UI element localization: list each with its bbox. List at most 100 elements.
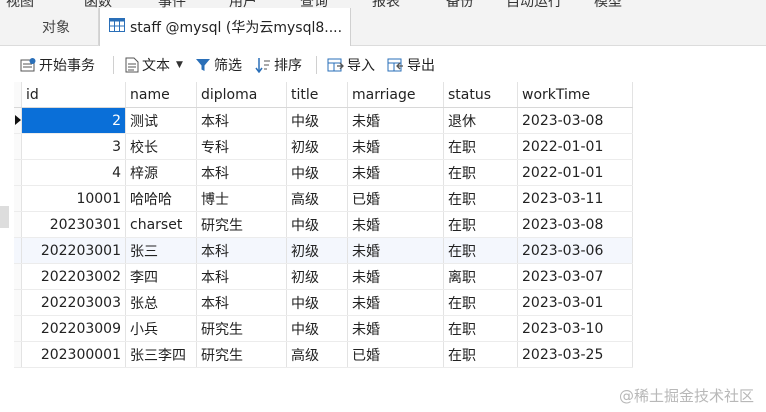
- table-row[interactable]: 202203009 小兵 研究生 中级 未婚 在职 2023-03-10: [14, 315, 633, 342]
- column-header-worktime[interactable]: workTime: [517, 82, 633, 108]
- cell-diploma[interactable]: 研究生: [196, 341, 287, 368]
- menu-function[interactable]: 函数: [84, 0, 112, 8]
- filter-button[interactable]: 筛选: [195, 54, 242, 76]
- cell-diploma[interactable]: 本科: [196, 289, 287, 316]
- cell-status[interactable]: 在职: [443, 185, 518, 212]
- menu-automation[interactable]: 自动运行: [506, 0, 562, 8]
- cell-worktime[interactable]: 2022-01-01: [517, 133, 633, 160]
- cell-id[interactable]: 4: [21, 159, 126, 186]
- table-row[interactable]: 202203001 张三 本科 初级 未婚 在职 2023-03-06: [14, 237, 633, 264]
- begin-transaction-button[interactable]: 开始事务: [20, 54, 95, 76]
- table-row[interactable]: 10001 哈哈哈 博士 高级 已婚 在职 2023-03-11: [14, 185, 633, 212]
- table-row[interactable]: 2 测试 本科 中级 未婚 退休 2023-03-08: [14, 107, 633, 134]
- cell-marriage[interactable]: 未婚: [347, 133, 444, 160]
- table-row[interactable]: 202203003 张总 本科 中级 未婚 在职 2023-03-01: [14, 289, 633, 316]
- cell-name[interactable]: 梓源: [125, 159, 197, 186]
- menu-backup[interactable]: 备份: [446, 0, 474, 8]
- menu-query[interactable]: 查询: [300, 0, 328, 8]
- cell-id[interactable]: 202300001: [21, 341, 126, 368]
- cell-title[interactable]: 中级: [286, 211, 348, 238]
- cell-diploma[interactable]: 研究生: [196, 211, 287, 238]
- table-row[interactable]: 20230301 charset 研究生 中级 未婚 在职 2023-03-08: [14, 211, 633, 238]
- cell-status[interactable]: 在职: [443, 289, 518, 316]
- cell-id[interactable]: 20230301: [21, 211, 126, 238]
- cell-title[interactable]: 中级: [286, 159, 348, 186]
- cell-name[interactable]: 张总: [125, 289, 197, 316]
- cell-marriage[interactable]: 未婚: [347, 237, 444, 264]
- cell-diploma[interactable]: 本科: [196, 107, 287, 134]
- export-button[interactable]: 导出: [387, 54, 435, 76]
- cell-diploma[interactable]: 研究生: [196, 315, 287, 342]
- sort-button[interactable]: 排序: [255, 54, 302, 76]
- cell-worktime[interactable]: 2023-03-08: [517, 211, 633, 238]
- cell-marriage[interactable]: 未婚: [347, 211, 444, 238]
- table-row[interactable]: 202203002 李四 本科 初级 未婚 离职 2023-03-07: [14, 263, 633, 290]
- cell-name[interactable]: 张三: [125, 237, 197, 264]
- cell-worktime[interactable]: 2023-03-08: [517, 107, 633, 134]
- cell-marriage[interactable]: 未婚: [347, 159, 444, 186]
- menu-view[interactable]: 视图: [6, 0, 34, 8]
- column-header-id[interactable]: id: [21, 82, 126, 108]
- cell-worktime[interactable]: 2023-03-01: [517, 289, 633, 316]
- cell-status[interactable]: 在职: [443, 237, 518, 264]
- cell-diploma[interactable]: 本科: [196, 159, 287, 186]
- cell-title[interactable]: 初级: [286, 263, 348, 290]
- cell-title[interactable]: 高级: [286, 341, 348, 368]
- cell-id[interactable]: 202203009: [21, 315, 126, 342]
- table-row[interactable]: 3 校长 专科 初级 未婚 在职 2022-01-01: [14, 133, 633, 160]
- cell-id[interactable]: 202203002: [21, 263, 126, 290]
- cell-name[interactable]: 张三李四: [125, 341, 197, 368]
- cell-title[interactable]: 中级: [286, 315, 348, 342]
- cell-diploma[interactable]: 博士: [196, 185, 287, 212]
- text-button[interactable]: 文本 ▼: [125, 54, 183, 76]
- cell-title[interactable]: 中级: [286, 289, 348, 316]
- cell-status[interactable]: 在职: [443, 159, 518, 186]
- menu-model[interactable]: 模型: [594, 0, 622, 8]
- column-header-status[interactable]: status: [443, 82, 518, 108]
- cell-worktime[interactable]: 2023-03-25: [517, 341, 633, 368]
- cell-name[interactable]: charset: [125, 211, 197, 238]
- cell-name[interactable]: 小兵: [125, 315, 197, 342]
- cell-status[interactable]: 在职: [443, 211, 518, 238]
- cell-status[interactable]: 退休: [443, 107, 518, 134]
- cell-worktime[interactable]: 2023-03-07: [517, 263, 633, 290]
- cell-id[interactable]: 3: [21, 133, 126, 160]
- cell-diploma[interactable]: 专科: [196, 133, 287, 160]
- menu-report[interactable]: 报表: [372, 0, 400, 8]
- column-header-diploma[interactable]: diploma: [196, 82, 287, 108]
- cell-name[interactable]: 测试: [125, 107, 197, 134]
- cell-status[interactable]: 离职: [443, 263, 518, 290]
- tab-staff-table[interactable]: staff @mysql (华为云mysql8....: [99, 8, 351, 46]
- cell-id[interactable]: 202203001: [21, 237, 126, 264]
- cell-title[interactable]: 中级: [286, 107, 348, 134]
- column-header-name[interactable]: name: [125, 82, 197, 108]
- menu-user[interactable]: 用户: [229, 0, 257, 8]
- cell-id[interactable]: 10001: [21, 185, 126, 212]
- cell-status[interactable]: 在职: [443, 315, 518, 342]
- table-row[interactable]: 4 梓源 本科 中级 未婚 在职 2022-01-01: [14, 159, 633, 186]
- cell-status[interactable]: 在职: [443, 341, 518, 368]
- cell-worktime[interactable]: 2023-03-11: [517, 185, 633, 212]
- cell-marriage[interactable]: 未婚: [347, 315, 444, 342]
- column-header-title[interactable]: title: [286, 82, 348, 108]
- table-row[interactable]: 202300001 张三李四 研究生 高级 已婚 在职 2023-03-25: [14, 341, 633, 368]
- cell-marriage[interactable]: 未婚: [347, 263, 444, 290]
- cell-marriage[interactable]: 已婚: [347, 185, 444, 212]
- cell-name[interactable]: 校长: [125, 133, 197, 160]
- tab-objects[interactable]: 对象: [14, 8, 99, 45]
- cell-marriage[interactable]: 未婚: [347, 289, 444, 316]
- cell-name[interactable]: 哈哈哈: [125, 185, 197, 212]
- import-button[interactable]: 导入: [327, 54, 375, 76]
- cell-name[interactable]: 李四: [125, 263, 197, 290]
- splitter-handle[interactable]: [0, 206, 9, 228]
- cell-id[interactable]: 202203003: [21, 289, 126, 316]
- cell-worktime[interactable]: 2023-03-10: [517, 315, 633, 342]
- cell-title[interactable]: 高级: [286, 185, 348, 212]
- cell-status[interactable]: 在职: [443, 133, 518, 160]
- cell-diploma[interactable]: 本科: [196, 263, 287, 290]
- cell-diploma[interactable]: 本科: [196, 237, 287, 264]
- cell-worktime[interactable]: 2022-01-01: [517, 159, 633, 186]
- column-header-marriage[interactable]: marriage: [347, 82, 444, 108]
- cell-title[interactable]: 初级: [286, 237, 348, 264]
- cell-marriage[interactable]: 未婚: [347, 107, 444, 134]
